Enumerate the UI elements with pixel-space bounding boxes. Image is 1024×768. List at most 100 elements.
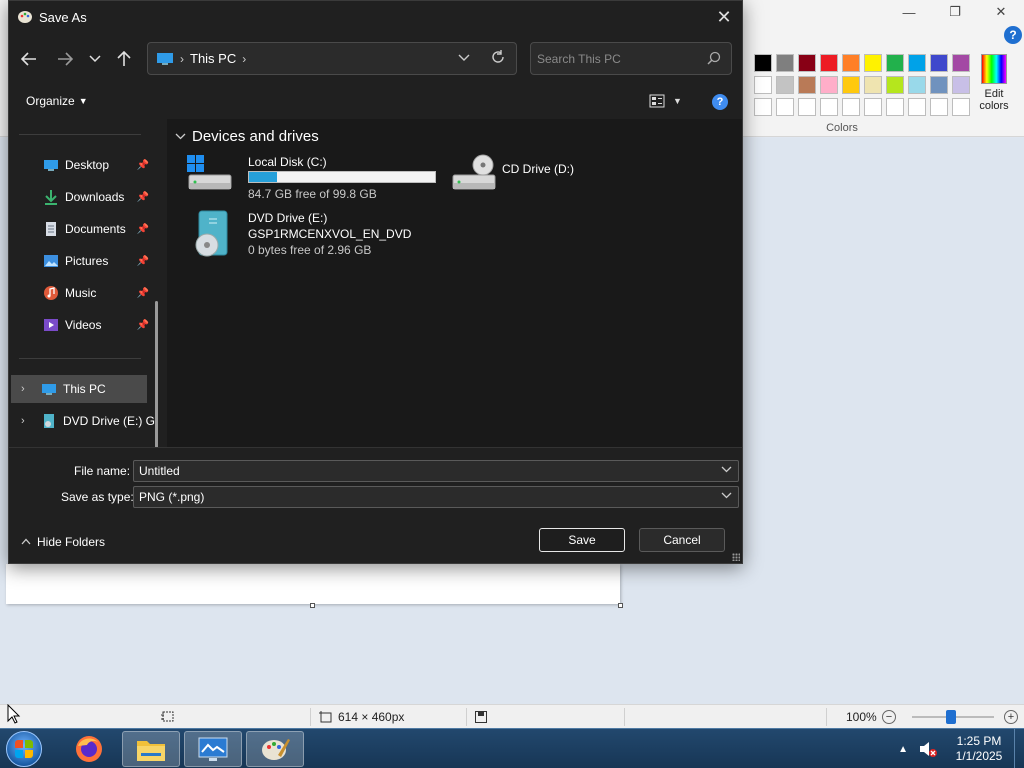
- taskbar-file-explorer[interactable]: [122, 731, 180, 767]
- hide-folders-button[interactable]: Hide Folders: [21, 535, 105, 549]
- color-swatch[interactable]: [886, 54, 904, 72]
- search-icon[interactable]: [707, 51, 721, 65]
- dialog-close-icon[interactable]: ✕: [710, 5, 738, 29]
- save-as-type-select[interactable]: PNG (*.png): [133, 486, 739, 508]
- color-swatch[interactable]: [754, 54, 772, 72]
- address-chevron-icon[interactable]: ›: [242, 52, 246, 66]
- color-swatch[interactable]: [754, 76, 772, 94]
- color-swatch[interactable]: [820, 98, 838, 116]
- color-swatch[interactable]: [798, 98, 816, 116]
- cancel-button[interactable]: Cancel: [639, 528, 725, 552]
- rainbow-icon: [981, 54, 1007, 84]
- color-swatch[interactable]: [864, 76, 882, 94]
- resize-handle-bottom[interactable]: [310, 603, 315, 608]
- taskbar-firefox[interactable]: [60, 731, 118, 767]
- color-swatch[interactable]: [864, 54, 882, 72]
- address-location[interactable]: This PC: [190, 51, 236, 66]
- volume-muted-icon[interactable]: [918, 740, 938, 758]
- color-swatch[interactable]: [842, 76, 860, 94]
- taskbar-clock[interactable]: 1:25 PM 1/1/2025: [944, 734, 1014, 764]
- zoom-slider-thumb[interactable]: [946, 710, 956, 724]
- color-swatch[interactable]: [820, 54, 838, 72]
- color-swatch[interactable]: [776, 98, 794, 116]
- color-swatch[interactable]: [842, 98, 860, 116]
- nav-item-documents[interactable]: Documents 📌: [11, 215, 149, 243]
- nav-item-label: Documents: [65, 222, 126, 236]
- paint-canvas[interactable]: [6, 564, 620, 604]
- drive-name: Local Disk (C:): [248, 155, 327, 169]
- show-desktop-button[interactable]: [1014, 729, 1024, 768]
- color-swatch[interactable]: [754, 98, 772, 116]
- nav-item-downloads[interactable]: Downloads 📌: [11, 183, 149, 211]
- minimize-icon[interactable]: —: [886, 0, 932, 24]
- paint-help-icon[interactable]: ?: [1004, 26, 1022, 44]
- nav-item-music[interactable]: Music 📌: [11, 279, 149, 307]
- expand-chevron-icon[interactable]: ›: [21, 383, 25, 395]
- close-icon[interactable]: ✕: [978, 0, 1024, 24]
- drive-cd-d[interactable]: CD Drive (D:): [451, 153, 611, 193]
- chevron-down-icon[interactable]: [721, 490, 732, 502]
- group-header[interactable]: Devices and drives: [175, 128, 319, 145]
- color-swatch[interactable]: [798, 54, 816, 72]
- refresh-icon[interactable]: [490, 49, 506, 69]
- color-swatch[interactable]: [930, 98, 948, 116]
- address-separator: ›: [180, 51, 184, 66]
- restore-icon[interactable]: ❐: [932, 0, 978, 24]
- color-swatch[interactable]: [864, 98, 882, 116]
- hide-folders-label: Hide Folders: [37, 535, 106, 549]
- help-icon[interactable]: ?: [712, 94, 728, 110]
- color-swatch[interactable]: [908, 98, 926, 116]
- back-arrow-icon[interactable]: [17, 47, 41, 71]
- taskbar-monitor-app[interactable]: [184, 731, 242, 767]
- forward-arrow-icon[interactable]: [53, 47, 77, 71]
- clock-time: 1:25 PM: [956, 734, 1002, 748]
- nav-item-label: Desktop: [65, 158, 110, 172]
- nav-item-dvd-drive[interactable]: › DVD Drive (E:) G: [11, 407, 161, 435]
- color-swatch[interactable]: [952, 76, 970, 94]
- color-swatch[interactable]: [798, 76, 816, 94]
- expand-chevron-icon[interactable]: ›: [21, 415, 25, 427]
- nav-item-this-pc[interactable]: › This PC: [11, 375, 147, 403]
- color-swatch[interactable]: [952, 54, 970, 72]
- color-swatch[interactable]: [930, 76, 948, 94]
- nav-item-pictures[interactable]: Pictures 📌: [11, 247, 149, 275]
- address-dropdown-icon[interactable]: [458, 51, 470, 65]
- resize-grip-icon[interactable]: [732, 553, 740, 561]
- zoom-in-button[interactable]: +: [1004, 710, 1018, 724]
- color-swatch[interactable]: [776, 54, 794, 72]
- edit-colors-button[interactable]: Edit colors: [976, 52, 1012, 112]
- color-swatch[interactable]: [908, 76, 926, 94]
- address-bar[interactable]: › This PC ›: [147, 42, 517, 75]
- recent-locations-chevron-icon[interactable]: [83, 47, 107, 71]
- change-view-button[interactable]: ▼: [649, 94, 682, 108]
- taskbar-paint[interactable]: [246, 731, 304, 767]
- file-name-value[interactable]: Untitled: [139, 464, 180, 478]
- dialog-title-bar[interactable]: Save As ✕: [9, 1, 744, 33]
- nav-item-label: Pictures: [65, 254, 109, 268]
- edit-colors-label: Edit colors: [979, 88, 1009, 112]
- color-swatch[interactable]: [908, 54, 926, 72]
- nav-item-desktop[interactable]: Desktop 📌: [11, 151, 149, 179]
- start-button[interactable]: [6, 731, 42, 767]
- resize-handle-corner[interactable]: [618, 603, 623, 608]
- color-swatch[interactable]: [930, 54, 948, 72]
- color-swatch[interactable]: [842, 54, 860, 72]
- color-swatch[interactable]: [886, 76, 904, 94]
- zoom-out-button[interactable]: −: [882, 710, 896, 724]
- dvd-drive-icon: [44, 414, 54, 428]
- show-hidden-icons-icon[interactable]: ▲: [898, 744, 908, 755]
- color-swatch[interactable]: [886, 98, 904, 116]
- chevron-down-icon[interactable]: [721, 464, 732, 476]
- file-name-field[interactable]: Untitled: [133, 460, 739, 482]
- nav-item-videos[interactable]: Videos 📌: [11, 311, 149, 339]
- drive-local-disk-c[interactable]: Local Disk (C:) 84.7 GB free of 99.8 GB: [187, 153, 437, 201]
- search-box[interactable]: [530, 42, 732, 75]
- up-arrow-icon[interactable]: [112, 47, 136, 71]
- save-button[interactable]: Save: [539, 528, 625, 552]
- color-swatch[interactable]: [820, 76, 838, 94]
- search-input[interactable]: [537, 49, 697, 69]
- drive-dvd-e[interactable]: DVD Drive (E:) GSP1RMCENXVOL_EN_DVD 0 by…: [187, 209, 447, 259]
- color-swatch[interactable]: [952, 98, 970, 116]
- color-swatch[interactable]: [776, 76, 794, 94]
- organize-button[interactable]: Organize ▼: [26, 94, 88, 108]
